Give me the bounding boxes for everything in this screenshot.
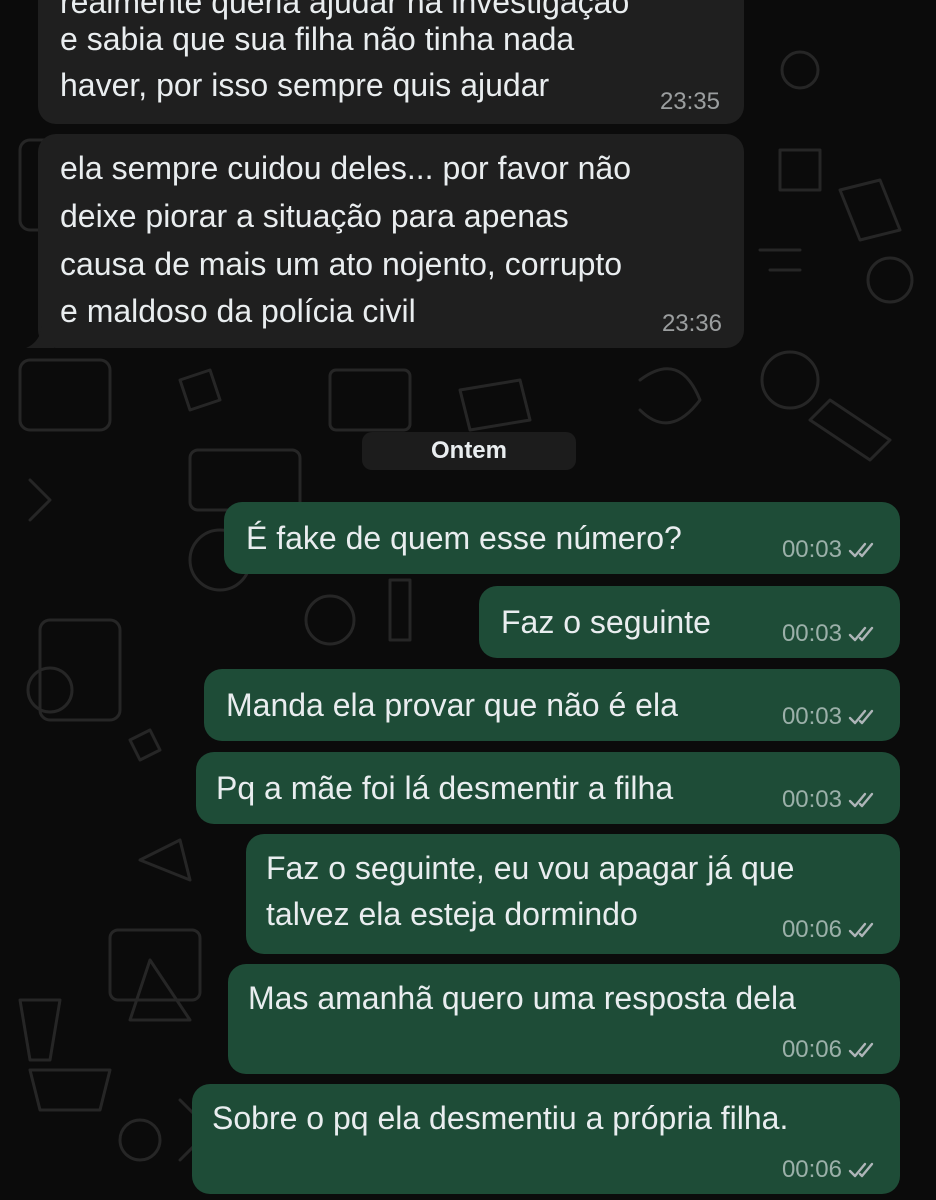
message-line: Mas amanhã quero uma resposta dela xyxy=(248,980,796,1016)
incoming-message[interactable]: realmente queria ajudar na investigação … xyxy=(38,0,744,124)
outgoing-message[interactable]: Pq a mãe foi lá desmentir a filha 00:03 xyxy=(196,752,900,824)
message-time: 00:06 xyxy=(781,916,842,943)
message-meta: 23:36 xyxy=(662,310,722,338)
read-ticks-icon xyxy=(848,626,874,642)
outgoing-message[interactable]: Mas amanhã quero uma resposta dela 00:06 xyxy=(228,964,900,1074)
message-line: e sabia que sua filha não tinha nada xyxy=(60,21,575,57)
chat-area[interactable]: realmente queria ajudar na investigação … xyxy=(0,0,936,1200)
read-ticks-icon xyxy=(848,709,874,725)
outgoing-message[interactable]: Faz o seguinte, eu vou apagar já que tal… xyxy=(246,834,900,954)
message-line: causa de mais um ato nojento, corrupto xyxy=(60,246,623,282)
outgoing-message[interactable]: Sobre o pq ela desmentiu a própria filha… xyxy=(192,1084,900,1194)
outgoing-message[interactable]: Faz o seguinte 00:03 xyxy=(479,586,900,658)
read-ticks-icon xyxy=(848,542,874,558)
message-line: Pq a mãe foi lá desmentir a filha xyxy=(216,770,674,806)
message-line: Sobre o pq ela desmentiu a própria filha… xyxy=(212,1100,789,1136)
message-meta: 00:06 xyxy=(782,1036,880,1064)
message-line: Manda ela provar que não é ela xyxy=(226,687,678,723)
message-meta: 00:06 xyxy=(782,1156,880,1184)
message-meta: 00:06 xyxy=(782,916,880,944)
message-time: 23:35 xyxy=(659,88,720,115)
message-line: e maldoso da polícia civil xyxy=(60,293,416,329)
read-ticks-icon xyxy=(848,922,874,938)
message-meta: 00:03 xyxy=(782,620,880,648)
read-ticks-icon xyxy=(848,1162,874,1178)
outgoing-message[interactable]: Manda ela provar que não é ela 00:03 xyxy=(204,669,900,741)
message-line: talvez ela esteja dormindo xyxy=(266,896,638,932)
message-line: É fake de quem esse número? xyxy=(246,520,682,556)
message-time: 00:03 xyxy=(781,536,842,563)
incoming-message[interactable]: ela sempre cuidou deles... por favor não… xyxy=(26,134,744,348)
message-time: 23:36 xyxy=(661,310,722,337)
message-meta: 00:03 xyxy=(782,786,880,814)
read-ticks-icon xyxy=(848,1042,874,1058)
message-time: 00:03 xyxy=(781,786,842,813)
message-meta: 23:35 xyxy=(660,88,720,116)
message-meta: 00:03 xyxy=(782,536,880,564)
message-line: haver, por isso sempre quis ajudar xyxy=(60,67,550,103)
message-line: Faz o seguinte, eu vou apagar já que xyxy=(266,850,795,886)
message-line: ela sempre cuidou deles... por favor não xyxy=(60,150,631,186)
message-time: 00:06 xyxy=(781,1156,842,1183)
outgoing-message[interactable]: É fake de quem esse número? 00:03 xyxy=(224,502,900,574)
message-meta: 00:03 xyxy=(782,703,880,731)
message-time: 00:03 xyxy=(781,620,842,647)
date-separator: Ontem xyxy=(362,432,576,470)
bubble-tail xyxy=(26,326,54,348)
message-time: 00:06 xyxy=(781,1036,842,1063)
read-ticks-icon xyxy=(848,792,874,808)
message-line: Faz o seguinte xyxy=(501,604,711,640)
message-line: deixe piorar a situação para apenas xyxy=(60,198,569,234)
message-time: 00:03 xyxy=(781,703,842,730)
